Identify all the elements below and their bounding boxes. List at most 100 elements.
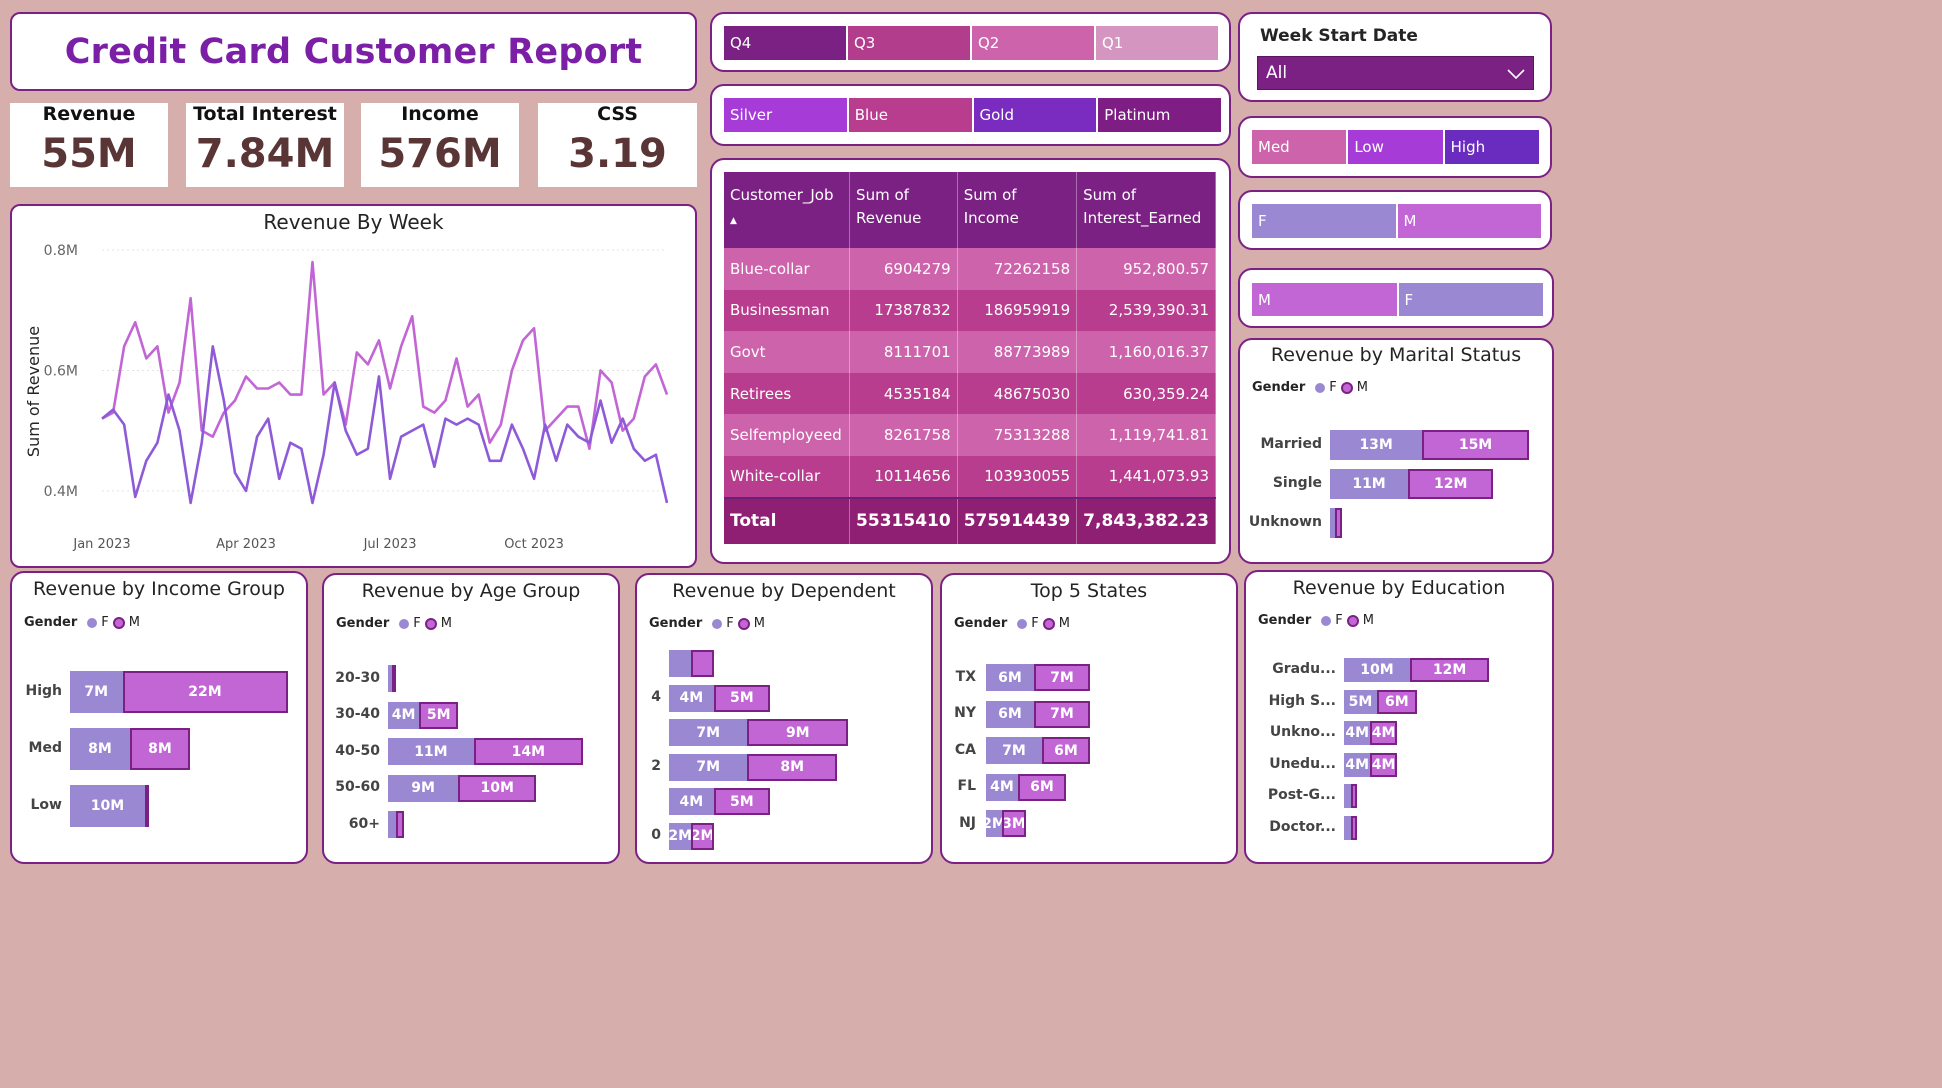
- bar-male[interactable]: 15M: [1422, 430, 1529, 460]
- bar-female[interactable]: 4M: [1344, 752, 1371, 777]
- bar-row[interactable]: 4M 5M: [669, 788, 770, 815]
- slicer-option-platinum[interactable]: Platinum: [1098, 98, 1221, 132]
- bar-male[interactable]: 6M: [1377, 689, 1417, 714]
- bar-female[interactable]: 9M: [388, 774, 459, 802]
- bar-male[interactable]: 9M: [747, 719, 849, 746]
- bar-female[interactable]: 6M: [986, 664, 1034, 691]
- slicer-option-f[interactable]: F: [1398, 283, 1543, 316]
- bar-male[interactable]: [395, 811, 404, 838]
- bar-row[interactable]: [388, 811, 404, 838]
- bar-female[interactable]: 11M: [1330, 469, 1409, 499]
- bar-row[interactable]: 4M 5M: [388, 701, 459, 729]
- bar-row[interactable]: 4M 5M: [669, 684, 770, 712]
- slicer-option-silver[interactable]: Silver: [724, 98, 847, 132]
- bar-row[interactable]: 7M 8M: [669, 753, 837, 781]
- bar-row[interactable]: [669, 650, 714, 677]
- bar-male[interactable]: 5M: [713, 684, 770, 712]
- slicer-option-gold[interactable]: Gold: [973, 98, 1097, 132]
- slicer-option-blue[interactable]: Blue: [848, 98, 972, 132]
- slicer-option-m[interactable]: M: [1252, 283, 1397, 316]
- bar-row[interactable]: 7M 9M: [669, 719, 849, 746]
- bar-male[interactable]: 3M: [1002, 810, 1026, 837]
- bar-male[interactable]: 5M: [713, 788, 770, 815]
- bar-male[interactable]: 6M: [1018, 773, 1066, 801]
- bar-female[interactable]: [1344, 815, 1351, 840]
- bar-row[interactable]: 7M 22M: [70, 671, 288, 713]
- bar-female[interactable]: [388, 811, 396, 838]
- bar-row[interactable]: 4M 6M: [986, 773, 1066, 801]
- bar-male[interactable]: 12M: [1410, 658, 1490, 682]
- table-row[interactable]: Govt 8111701 88773989 1,160,016.37: [724, 331, 1216, 373]
- bar-row[interactable]: 10M 12M: [1344, 658, 1490, 682]
- bar-male[interactable]: 5M: [419, 701, 459, 729]
- bar-female[interactable]: 2M: [669, 822, 692, 850]
- slicer-option-high[interactable]: High: [1444, 130, 1539, 164]
- bar-male[interactable]: [691, 650, 714, 677]
- table-row[interactable]: Retirees 4535184 48675030 630,359.24: [724, 372, 1216, 415]
- slicer-option-q4[interactable]: Q4: [724, 26, 846, 60]
- week-start-dropdown[interactable]: All: [1257, 56, 1534, 90]
- bar-female[interactable]: 7M: [986, 737, 1042, 764]
- bar-male[interactable]: [391, 665, 396, 692]
- bar-female[interactable]: 6M: [986, 700, 1034, 728]
- bar-female[interactable]: [1344, 784, 1351, 808]
- bar-male[interactable]: 7M: [1034, 664, 1090, 691]
- bar-male[interactable]: 2M: [691, 822, 714, 850]
- bar-male[interactable]: 14M: [473, 738, 583, 765]
- bar-row[interactable]: 11M 12M: [1330, 469, 1494, 499]
- bar-female[interactable]: 5M: [1344, 689, 1377, 714]
- bar-row[interactable]: 4M 4M: [1344, 752, 1397, 777]
- bar-male[interactable]: 8M: [130, 728, 190, 770]
- bar-female[interactable]: 7M: [70, 671, 123, 713]
- bar-row[interactable]: 9M 10M: [388, 774, 537, 802]
- bar-row[interactable]: 13M 15M: [1330, 430, 1529, 460]
- bar-male[interactable]: 10M: [458, 774, 537, 802]
- bar-female[interactable]: 10M: [1344, 658, 1410, 682]
- slicer-option-q2[interactable]: Q2: [972, 26, 1094, 60]
- table-row[interactable]: White-collar 10114656 103930055 1,441,073.9…: [724, 455, 1216, 498]
- bar-male[interactable]: 4M: [1370, 721, 1397, 745]
- bar-row[interactable]: [1344, 815, 1358, 840]
- bar-row[interactable]: 4M 4M: [1344, 721, 1397, 745]
- slicer-option-low[interactable]: Low: [1348, 130, 1443, 164]
- slicer-option-med[interactable]: Med: [1252, 130, 1347, 164]
- bar-row[interactable]: 7M 6M: [986, 737, 1090, 764]
- bar-female[interactable]: 2M: [986, 810, 1002, 837]
- bar-row[interactable]: 6M 7M: [986, 664, 1090, 691]
- bar-row[interactable]: [1330, 508, 1343, 538]
- bar-male[interactable]: 8M: [747, 753, 837, 781]
- bar-male[interactable]: 22M: [122, 671, 288, 713]
- bar-male[interactable]: 6M: [1042, 737, 1090, 764]
- bar-female[interactable]: 13M: [1330, 430, 1423, 460]
- table-header[interactable]: Sum of Income: [957, 172, 1078, 248]
- bar-row[interactable]: 11M 14M: [388, 738, 583, 765]
- slicer-option-q3[interactable]: Q3: [848, 26, 970, 60]
- bar-female[interactable]: 7M: [669, 719, 748, 746]
- bar-female[interactable]: 4M: [669, 684, 714, 712]
- bar-row[interactable]: 2M 3M: [986, 810, 1026, 837]
- bar-row[interactable]: 2M 2M: [669, 822, 714, 850]
- table-row[interactable]: Blue-collar 6904279 72262158 952,800.57: [724, 248, 1216, 290]
- bar-female[interactable]: 7M: [669, 753, 748, 781]
- bar-female[interactable]: 10M: [70, 785, 145, 827]
- bar-male[interactable]: 4M: [1370, 752, 1397, 777]
- bar-row[interactable]: 10M: [70, 785, 149, 827]
- table-header[interactable]: Sum of Interest_Earned: [1076, 172, 1216, 248]
- bar-row[interactable]: [388, 665, 396, 692]
- bar-female[interactable]: 4M: [1344, 721, 1371, 745]
- bar-male[interactable]: 12M: [1408, 469, 1494, 499]
- bar-male[interactable]: [1350, 815, 1358, 840]
- bar-male[interactable]: [1350, 784, 1358, 808]
- bar-female[interactable]: 4M: [986, 773, 1018, 801]
- table-header[interactable]: Customer_Job ▲: [724, 172, 851, 248]
- table-header[interactable]: Sum of Revenue: [849, 172, 958, 248]
- bar-row[interactable]: 5M 6M: [1344, 689, 1417, 714]
- bar-female[interactable]: 11M: [388, 738, 474, 765]
- bar-row[interactable]: 6M 7M: [986, 700, 1090, 728]
- bar-male[interactable]: [1334, 508, 1343, 538]
- bar-female[interactable]: 4M: [388, 701, 420, 729]
- slicer-option-q1[interactable]: Q1: [1096, 26, 1218, 60]
- slicer-option-f[interactable]: F: [1252, 204, 1396, 238]
- bar-row[interactable]: [1344, 784, 1358, 808]
- bar-female[interactable]: 8M: [70, 728, 130, 770]
